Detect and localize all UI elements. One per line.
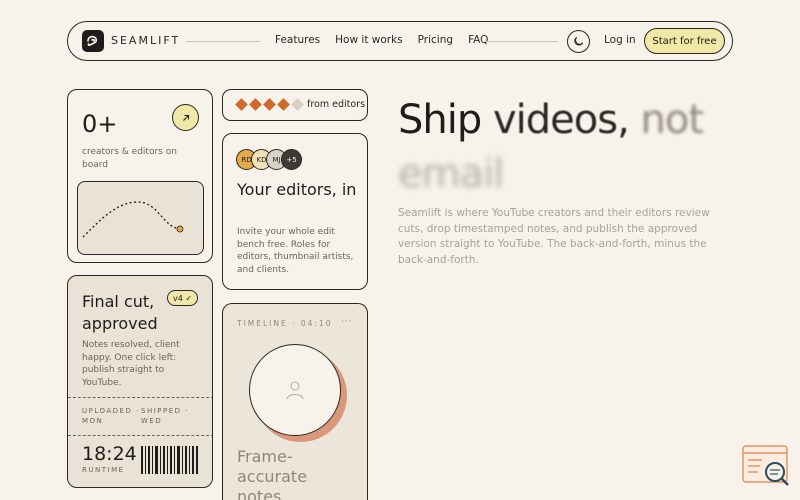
search-window-icon[interactable] xyxy=(742,445,790,489)
editors-title: Your editors, in xyxy=(237,180,357,199)
nav-link-faq[interactable]: FAQ xyxy=(468,34,488,46)
moon-icon xyxy=(574,36,584,46)
editors-card: RD KD MJ +5 Your editors, in Invite your wh… xyxy=(222,133,368,290)
rating-card: from editors xyxy=(222,89,368,121)
nav-link-pricing[interactable]: Pricing xyxy=(418,34,453,46)
hero-headline: Ship videos, not email xyxy=(398,97,704,197)
shipped-meta: SHIPPED · WED xyxy=(141,407,189,425)
timeline-title: Frame-accurate notes xyxy=(237,447,308,500)
nav-divider-right xyxy=(486,41,558,42)
rating-diamond-filled xyxy=(235,98,248,111)
timeline-label: TIMELINE · 04:10 xyxy=(237,319,333,328)
seamlift-logo-icon[interactable] xyxy=(82,30,104,52)
divider xyxy=(68,397,212,398)
user-icon xyxy=(286,381,304,400)
hero: Ship videos, not email xyxy=(398,93,728,201)
rating-diamond-empty xyxy=(291,98,304,111)
growth-curve xyxy=(77,181,204,255)
top-nav: SEAMLIFT Features How it works Pricing F… xyxy=(67,21,733,61)
hero-paragraph: Seamlift is where YouTube creators and t… xyxy=(398,207,710,266)
nav-link-how-it-works[interactable]: How it works xyxy=(335,34,403,46)
rating-diamond-filled xyxy=(249,98,262,111)
editors-description: Invite your whole edit bench free. Roles… xyxy=(237,227,354,275)
open-stats-button[interactable] xyxy=(172,104,199,131)
stat-number: 0+ xyxy=(82,110,118,138)
rating-diamonds xyxy=(235,98,304,111)
login-link[interactable]: Log in xyxy=(604,34,636,46)
rating-diamond-filled xyxy=(263,98,276,111)
brand-name[interactable]: SEAMLIFT xyxy=(111,34,180,47)
final-cut-description: Notes resolved, client happy. One click … xyxy=(82,340,180,388)
rating-diamond-filled xyxy=(277,98,290,111)
stats-card: 0+ creators & editors on board xyxy=(67,89,213,263)
nav-link-features[interactable]: Features xyxy=(275,34,320,46)
divider xyxy=(68,435,212,436)
barcode-graphic xyxy=(141,446,198,474)
version-badge: v4 ✓ xyxy=(167,290,198,306)
video-frame-disc[interactable] xyxy=(249,344,341,436)
timeline-card: TIMELINE · 04:10 ··· Frame-accurate note… xyxy=(222,303,368,500)
rating-source: from editors xyxy=(307,99,366,110)
theme-toggle-button[interactable] xyxy=(567,30,590,53)
more-options-icon[interactable]: ··· xyxy=(341,317,353,327)
start-free-button[interactable]: Start for free xyxy=(644,28,725,54)
runtime-label: RUNTIME xyxy=(82,466,125,474)
final-cut-card: Final cut, approved v4 ✓ Notes resolved,… xyxy=(67,275,213,488)
uploaded-meta: UPLOADED · MON xyxy=(82,407,140,425)
stat-label: creators & editors on board xyxy=(82,147,177,170)
nav-divider-left xyxy=(186,41,260,42)
nav-links: Features How it works Pricing FAQ xyxy=(275,34,488,46)
runtime-value: 18:24 xyxy=(82,443,137,465)
editor-avatar[interactable]: +5 xyxy=(281,149,302,170)
arrow-up-right-icon xyxy=(182,114,189,121)
